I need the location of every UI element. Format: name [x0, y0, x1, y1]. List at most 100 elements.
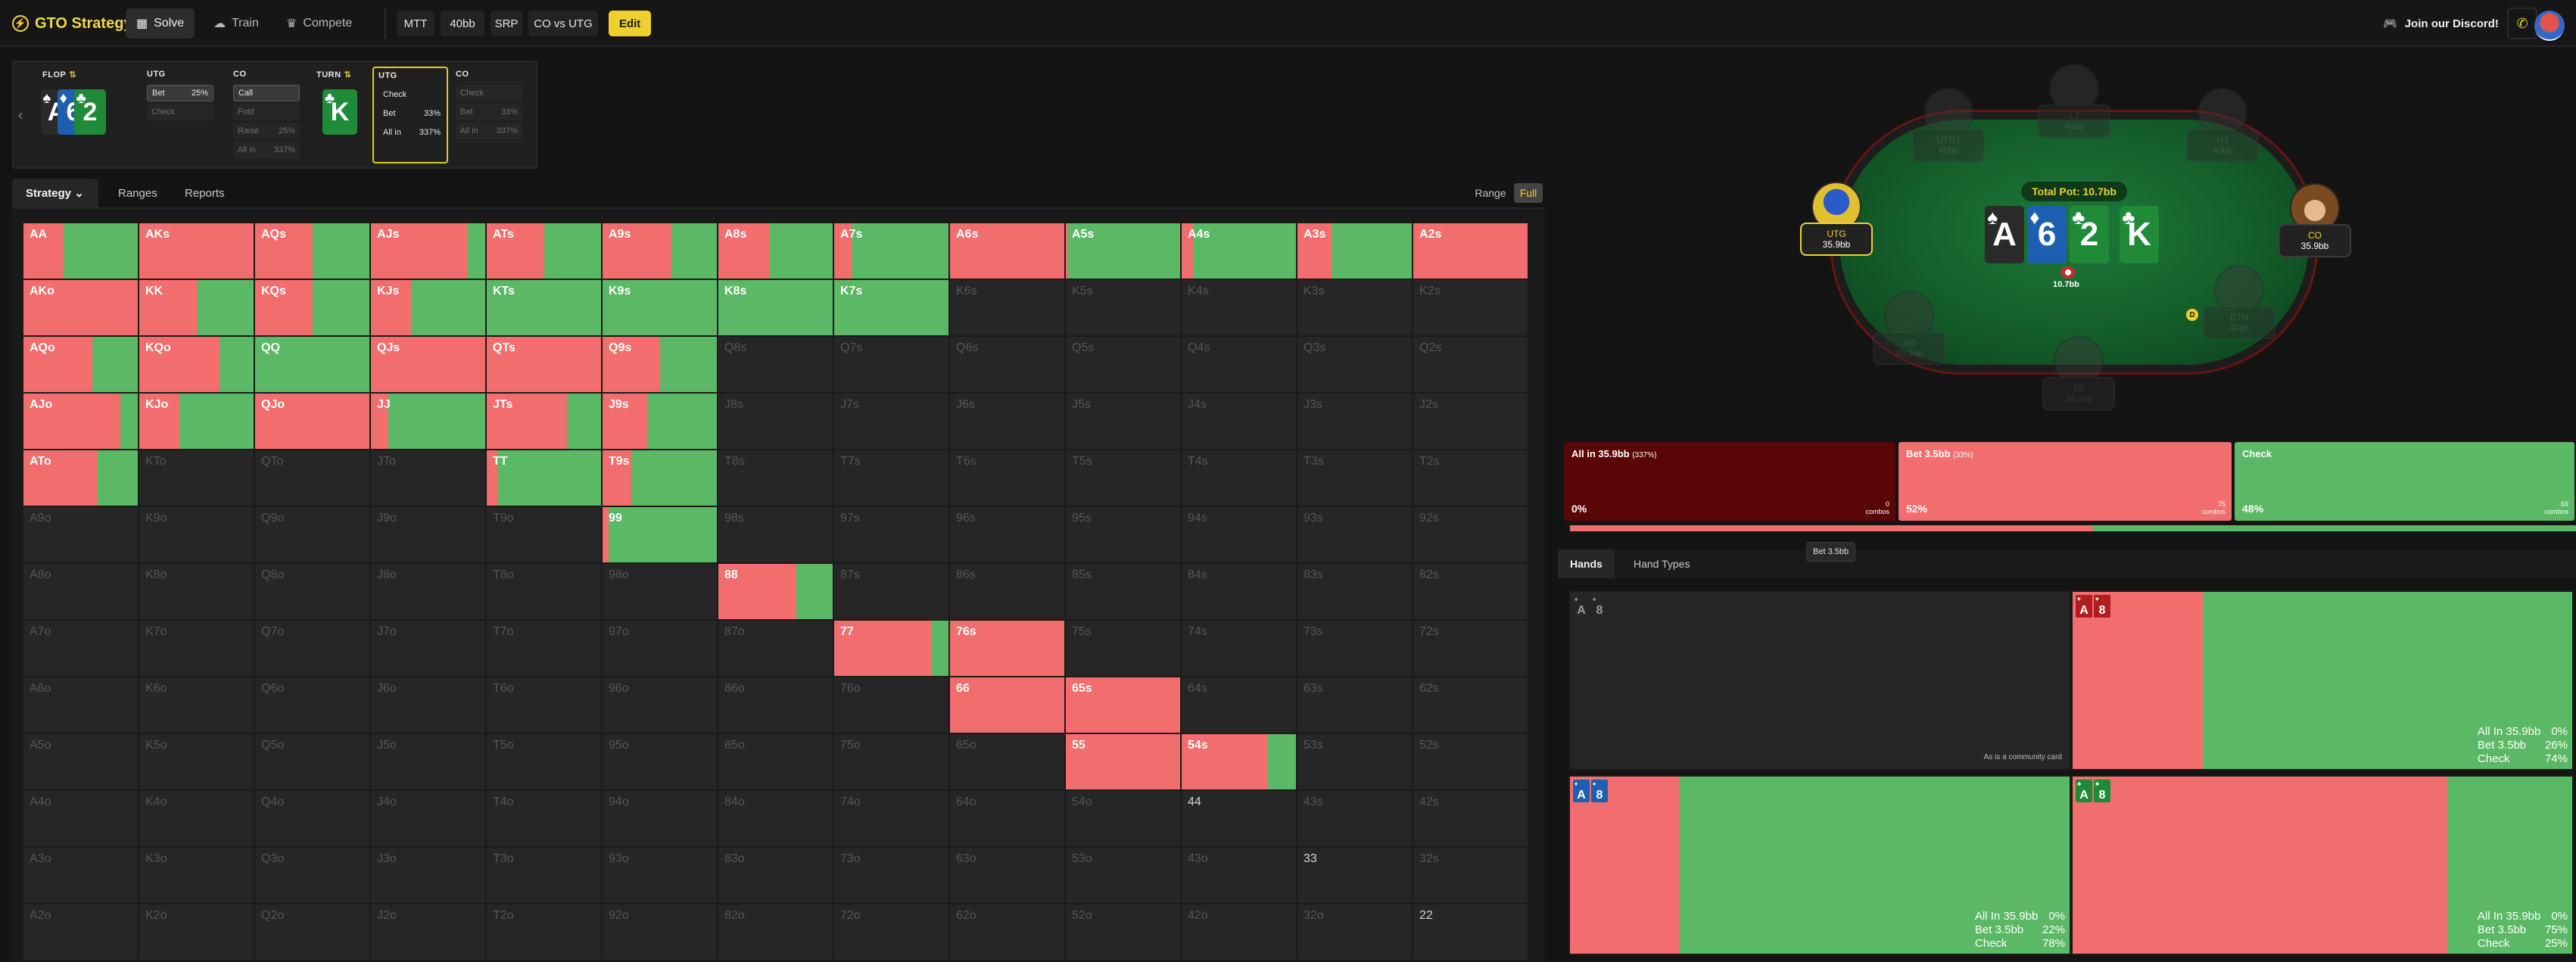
hand-cell-qts[interactable]: QTs — [486, 336, 602, 393]
hand-cell-32o[interactable]: 32o — [1297, 904, 1413, 960]
hand-cell-qjo[interactable]: QJo — [254, 393, 370, 450]
hand-cell-t4s[interactable]: T4s — [1181, 450, 1297, 506]
hand-cell-t5s[interactable]: T5s — [1065, 450, 1181, 506]
hand-cell-j2s[interactable]: J2s — [1413, 393, 1528, 450]
hand-cell-87o[interactable]: 87o — [718, 620, 833, 677]
hand-cell-65o[interactable]: 65o — [949, 733, 1065, 790]
hand-cell-t3o[interactable]: T3o — [486, 847, 602, 904]
hand-cell-94o[interactable]: 94o — [602, 790, 718, 847]
hand-cell-ajs[interactable]: AJs — [370, 223, 486, 279]
hand-cell-aks[interactable]: AKs — [139, 223, 254, 279]
hand-cell-t9s[interactable]: T9s — [602, 450, 718, 506]
hand-cell-k5o[interactable]: K5o — [139, 733, 254, 790]
nav-compete-button[interactable]: ♛ Compete — [276, 8, 363, 39]
history-action[interactable]: Fold — [233, 104, 300, 120]
hand-cell-qjs[interactable]: QJs — [370, 336, 486, 393]
hand-cell-t7o[interactable]: T7o — [486, 620, 602, 677]
hand-cell-q7s[interactable]: Q7s — [833, 336, 949, 393]
hand-cell-ajo[interactable]: AJo — [23, 393, 139, 450]
hand-cell-87s[interactable]: 87s — [833, 563, 949, 620]
seat-utg1[interactable]: UTG1 40bb — [1912, 88, 1985, 162]
hand-cell-88[interactable]: 88 — [718, 563, 833, 620]
hand-cell-a4s[interactable]: A4s — [1181, 223, 1297, 279]
combo-cell[interactable]: ♣ A ♣ 8 All In 35.9bb 0% Bet 3.5bb 75% Check 25% — [2071, 775, 2574, 955]
hand-cell-q5s[interactable]: Q5s — [1065, 336, 1181, 393]
hand-cell-97o[interactable]: 97o — [602, 620, 718, 677]
hand-cell-k3s[interactable]: K3s — [1297, 279, 1413, 336]
hand-cell-tt[interactable]: TT — [486, 450, 602, 506]
hand-cell-a3s[interactable]: A3s — [1297, 223, 1413, 279]
hand-cell-63s[interactable]: 63s — [1297, 677, 1413, 733]
hand-cell-a9s[interactable]: A9s — [602, 223, 718, 279]
hand-cell-j6o[interactable]: J6o — [370, 677, 486, 733]
hand-cell-aqo[interactable]: AQo — [23, 336, 139, 393]
seat-utg[interactable]: UTG 35.9bb — [1800, 182, 1873, 256]
hand-cell-95s[interactable]: 95s — [1065, 506, 1181, 563]
seat-co[interactable]: CO 35.9bb — [2279, 183, 2351, 257]
hand-cell-74o[interactable]: 74o — [833, 790, 949, 847]
hand-cell-q9s[interactable]: Q9s — [602, 336, 718, 393]
hand-cell-a4o[interactable]: A4o — [23, 790, 139, 847]
hand-cell-t8s[interactable]: T8s — [718, 450, 833, 506]
hand-cell-85s[interactable]: 85s — [1065, 563, 1181, 620]
hand-cell-42o[interactable]: 42o — [1181, 904, 1297, 960]
hand-cell-j7o[interactable]: J7o — [370, 620, 486, 677]
hand-cell-k8o[interactable]: K8o — [139, 563, 254, 620]
hand-cell-j4o[interactable]: J4o — [370, 790, 486, 847]
matchup-chip[interactable]: CO vs UTG — [528, 11, 598, 36]
range-toggle[interactable]: Range — [1469, 183, 1512, 203]
hand-cell-a2s[interactable]: A2s — [1413, 223, 1528, 279]
hand-cell-92o[interactable]: 92o — [602, 904, 718, 960]
hand-cell-72o[interactable]: 72o — [833, 904, 949, 960]
pot-type-chip[interactable]: SRP — [491, 11, 522, 36]
hand-cell-jts[interactable]: JTs — [486, 393, 602, 450]
hand-cell-kto[interactable]: KTo — [139, 450, 254, 506]
hand-cell-qto[interactable]: QTo — [254, 450, 370, 506]
hand-cell-k2o[interactable]: K2o — [139, 904, 254, 960]
hand-cell-82o[interactable]: 82o — [718, 904, 833, 960]
seat-sb[interactable]: SB 39.5bb — [2042, 336, 2115, 410]
hand-cell-75o[interactable]: 75o — [833, 733, 949, 790]
hand-cell-t6s[interactable]: T6s — [949, 450, 1065, 506]
tab-hands[interactable]: Hands — [1558, 549, 1615, 578]
hand-cell-a2o[interactable]: A2o — [23, 904, 139, 960]
hand-cell-53s[interactable]: 53s — [1297, 733, 1413, 790]
hand-cell-j9s[interactable]: J9s — [602, 393, 718, 450]
hand-cell-a8o[interactable]: A8o — [23, 563, 139, 620]
hand-cell-q7o[interactable]: Q7o — [254, 620, 370, 677]
hand-cell-44[interactable]: 44 — [1181, 790, 1297, 847]
hand-cell-jj[interactable]: JJ — [370, 393, 486, 450]
seat-btn[interactable]: BTN 40bb — [2203, 265, 2275, 339]
hand-cell-94s[interactable]: 94s — [1181, 506, 1297, 563]
hand-cell-53o[interactable]: 53o — [1065, 847, 1181, 904]
tab-reports[interactable]: Reports — [171, 179, 238, 207]
hand-cell-98s[interactable]: 98s — [718, 506, 833, 563]
hand-cell-a5s[interactable]: A5s — [1065, 223, 1181, 279]
history-column-co[interactable]: CO Check Bet 33% All in 337% — [451, 67, 527, 163]
history-column-utg[interactable]: UTG Check Bet 33% All in 337% — [372, 67, 448, 163]
hand-cell-85o[interactable]: 85o — [718, 733, 833, 790]
hand-cell-q5o[interactable]: Q5o — [254, 733, 370, 790]
hand-cell-q8o[interactable]: Q8o — [254, 563, 370, 620]
edit-button[interactable]: Edit — [609, 11, 651, 36]
hand-cell-43s[interactable]: 43s — [1297, 790, 1413, 847]
action-check[interactable]: Check 48% 69 combos — [2235, 442, 2574, 521]
user-avatar[interactable] — [2534, 11, 2565, 41]
hand-cell-k6s[interactable]: K6s — [949, 279, 1065, 336]
hand-cell-93o[interactable]: 93o — [602, 847, 718, 904]
hand-cell-j3o[interactable]: J3o — [370, 847, 486, 904]
history-action[interactable]: Call — [233, 85, 300, 101]
hand-cell-aqs[interactable]: AQs — [254, 223, 370, 279]
hand-cell-k7o[interactable]: K7o — [139, 620, 254, 677]
hand-cell-76o[interactable]: 76o — [833, 677, 949, 733]
hand-cell-ato[interactable]: ATo — [23, 450, 139, 506]
hand-cell-k5s[interactable]: K5s — [1065, 279, 1181, 336]
hand-cell-84o[interactable]: 84o — [718, 790, 833, 847]
history-action[interactable]: Check — [378, 86, 445, 103]
hand-cell-k9s[interactable]: K9s — [602, 279, 718, 336]
hand-cell-74s[interactable]: 74s — [1181, 620, 1297, 677]
hand-cell-aa[interactable]: AA — [23, 223, 139, 279]
hand-cell-a9o[interactable]: A9o — [23, 506, 139, 563]
hand-cell-q3o[interactable]: Q3o — [254, 847, 370, 904]
hand-cell-75s[interactable]: 75s — [1065, 620, 1181, 677]
